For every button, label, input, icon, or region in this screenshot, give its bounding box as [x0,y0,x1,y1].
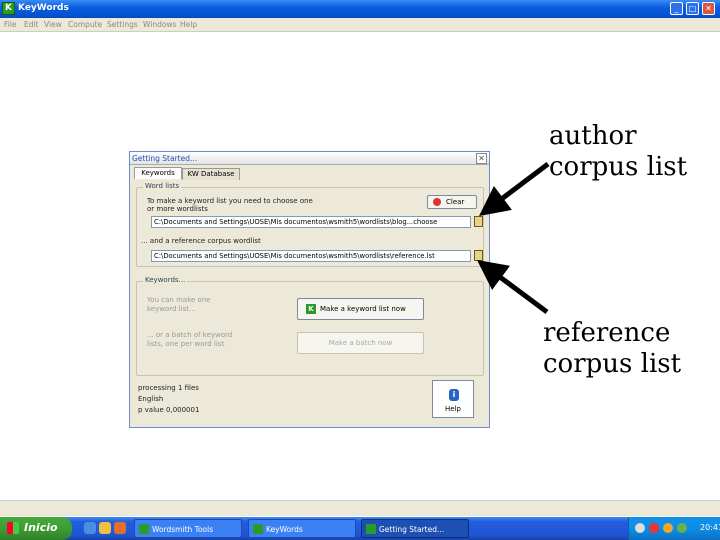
task-label: Wordsmith Tools [152,525,214,534]
author-arrow [479,162,550,217]
task-label: KeyWords [266,525,303,534]
task-label: Getting Started... [379,525,445,534]
explorer-quicklaunch-icon[interactable] [99,522,111,534]
task-getting-started[interactable]: Getting Started... [361,519,469,538]
annotation-arrows [476,162,550,315]
start-label: Inicio [24,521,58,534]
author-annotation: author corpus list [549,121,687,183]
reference-arrow [476,260,549,315]
start-button[interactable]: Inicio [0,517,72,540]
system-tray: 20:41 [628,517,720,540]
wordsmith-task-icon [139,524,149,534]
author-annotation-line2: corpus list [549,152,688,182]
clock[interactable]: 20:41 [700,523,720,532]
tray-volume-icon[interactable] [677,523,687,533]
reference-annotation-line1: reference [543,318,671,348]
tray-update-icon[interactable] [663,523,673,533]
task-wordsmith-tools[interactable]: Wordsmith Tools [134,519,242,538]
task-keywords[interactable]: KeyWords [248,519,356,538]
keywords-task-icon [253,524,263,534]
taskbar: Inicio Wordsmith Tools KeyWords Getting … [0,517,720,540]
tray-network-icon[interactable] [635,523,645,533]
ie-quicklaunch-icon[interactable] [84,522,96,534]
tray-security-icon[interactable] [649,523,659,533]
reference-annotation-line2: corpus list [543,349,682,379]
reference-annotation: reference corpus list [543,318,681,380]
media-quicklaunch-icon[interactable] [114,522,126,534]
author-annotation-line1: author [549,121,637,151]
getting-started-task-icon [366,524,376,534]
windows-flag-icon [7,522,19,534]
